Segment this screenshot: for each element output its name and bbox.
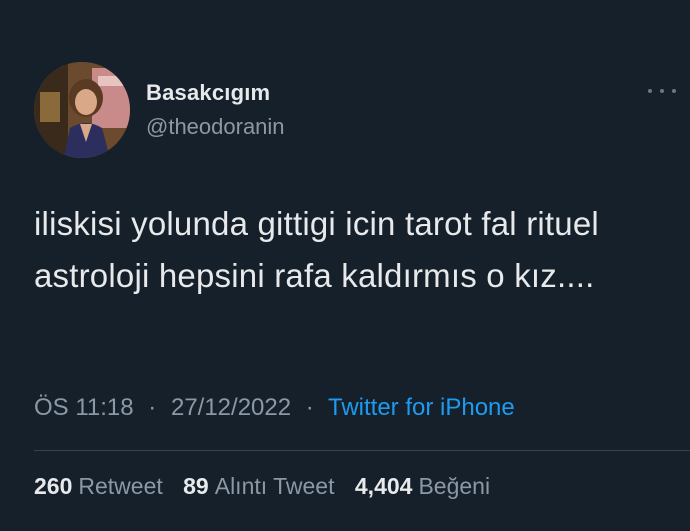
more-dot (660, 89, 664, 93)
likes-stat[interactable]: 4,404 Beğeni (355, 473, 490, 499)
user-handle[interactable]: @theodoranin (146, 114, 285, 140)
tweet-source-link[interactable]: Twitter for iPhone (328, 394, 515, 421)
avatar-photo (34, 62, 130, 158)
tweet-date[interactable]: 27/12/2022 (171, 394, 291, 421)
likes-count: 4,404 (354, 473, 413, 499)
quotes-count: 89 (183, 473, 209, 499)
tweet-card: Basakcıgım @theodoranin iliskisi yolunda… (0, 0, 690, 531)
meta-separator: · (148, 394, 157, 421)
display-name[interactable]: Basakcıgım (146, 80, 270, 106)
more-dot (672, 89, 676, 93)
retweets-count: 260 (34, 473, 73, 499)
quotes-stat[interactable]: 89 Alıntı Tweet (183, 473, 341, 499)
tweet-meta: ÖS 11:18 · 27/12/2022 · Twitter for iPho… (34, 394, 515, 422)
avatar[interactable] (34, 62, 130, 158)
tweet-stats: 260 Retweet 89 Alıntı Tweet 4,404 Beğeni (34, 473, 504, 500)
meta-separator: · (305, 394, 314, 421)
tweet-text: iliskisi yolunda gittigi icin tarot fal … (34, 205, 599, 294)
likes-label: Beğeni (418, 473, 491, 499)
more-horizontal-icon[interactable] (648, 84, 676, 98)
quotes-label: Alıntı Tweet (214, 473, 335, 499)
divider (34, 450, 690, 451)
retweets-label: Retweet (78, 473, 163, 499)
tweet-time[interactable]: ÖS 11:18 (34, 394, 134, 421)
retweets-stat[interactable]: 260 Retweet (34, 473, 169, 499)
more-dot (648, 89, 652, 93)
